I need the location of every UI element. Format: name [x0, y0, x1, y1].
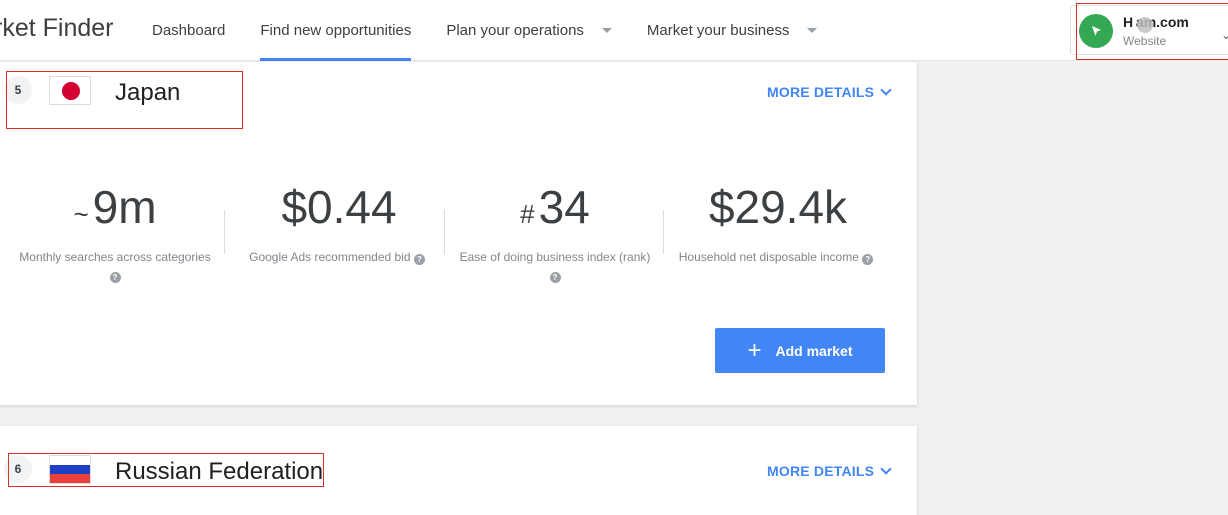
rank-badge: 6: [4, 455, 32, 483]
more-details-label: MORE DETAILS: [767, 84, 875, 100]
app-title: rket Finder: [0, 14, 114, 42]
nav-find-opportunities-label: Find new opportunities: [260, 22, 412, 39]
add-market-button[interactable]: + Add market: [715, 328, 885, 373]
metric-household-income: $29.4k Household net disposable income ?: [676, 180, 876, 266]
metric-divider: [224, 210, 225, 254]
metric-prefix: #: [520, 199, 535, 229]
add-market-label: Add market: [775, 342, 853, 359]
more-details-label: MORE DETAILS: [767, 463, 875, 479]
metric-label: Google Ads recommended bid: [249, 250, 411, 264]
japan-flag-icon: [49, 76, 91, 105]
chevron-down-icon: [601, 28, 612, 33]
more-details-button[interactable]: MORE DETAILS: [767, 463, 892, 479]
account-avatar: [1079, 14, 1113, 48]
chevron-down-icon: ⌄: [1221, 28, 1228, 42]
nav-plan-operations[interactable]: Plan your operations: [446, 0, 612, 61]
metric-divider: [444, 210, 445, 254]
metric-value: $0.44: [281, 181, 397, 233]
market-card-japan: 5 Japan MORE DETAILS ~9m Monthly searche…: [0, 62, 917, 405]
market-card-russia: 6 Russian Federation MORE DETAILS: [0, 426, 917, 515]
metric-label: Household net disposable income: [678, 250, 859, 264]
nav-dashboard-label: Dashboard: [152, 22, 226, 39]
metric-value: $29.4k: [708, 181, 848, 233]
help-icon[interactable]: ?: [109, 272, 121, 283]
metric-ads-bid: $0.44 Google Ads recommended bid ?: [237, 180, 437, 266]
metric-value: 9m: [92, 181, 157, 233]
more-details-button[interactable]: MORE DETAILS: [767, 84, 892, 100]
metric-ease-business: #34 Ease of doing business index (rank) …: [455, 180, 655, 284]
cursor-arrow-icon: [1092, 26, 1101, 36]
plus-icon: +: [747, 336, 762, 364]
russia-flag-icon: [49, 455, 91, 484]
country-name: Japan: [115, 79, 181, 106]
country-name: Russian Federation: [115, 458, 324, 485]
chevron-down-icon: [880, 463, 892, 475]
chevron-down-icon: [880, 84, 892, 96]
metric-label: Monthly searches across categories: [19, 250, 211, 264]
top-app-bar: rket Finder Dashboard Find new opportuni…: [0, 0, 1228, 61]
mouse-cursor: [1137, 17, 1153, 33]
metric-label: Ease of doing business index (rank): [459, 250, 651, 264]
nav-market-business[interactable]: Market your business: [647, 0, 818, 61]
help-icon[interactable]: ?: [549, 272, 561, 283]
rank-badge: 5: [4, 76, 32, 104]
metric-monthly-searches: ~9m Monthly searches across categories ?: [15, 180, 215, 284]
nav-market-business-label: Market your business: [646, 22, 790, 39]
help-icon[interactable]: ?: [862, 254, 874, 265]
metric-divider: [663, 210, 664, 254]
account-name: H am.com: [1123, 14, 1189, 30]
nav-dashboard[interactable]: Dashboard: [152, 0, 225, 61]
nav-plan-operations-label: Plan your operations: [446, 22, 584, 39]
metric-prefix: ~: [73, 199, 89, 229]
account-type: Website: [1123, 34, 1167, 48]
main-nav: Dashboard Find new opportunities Plan yo…: [152, 0, 852, 61]
help-icon[interactable]: ?: [413, 254, 425, 265]
metric-value: 34: [538, 181, 590, 233]
nav-find-opportunities[interactable]: Find new opportunities: [260, 0, 412, 61]
chevron-down-icon: [807, 28, 818, 33]
